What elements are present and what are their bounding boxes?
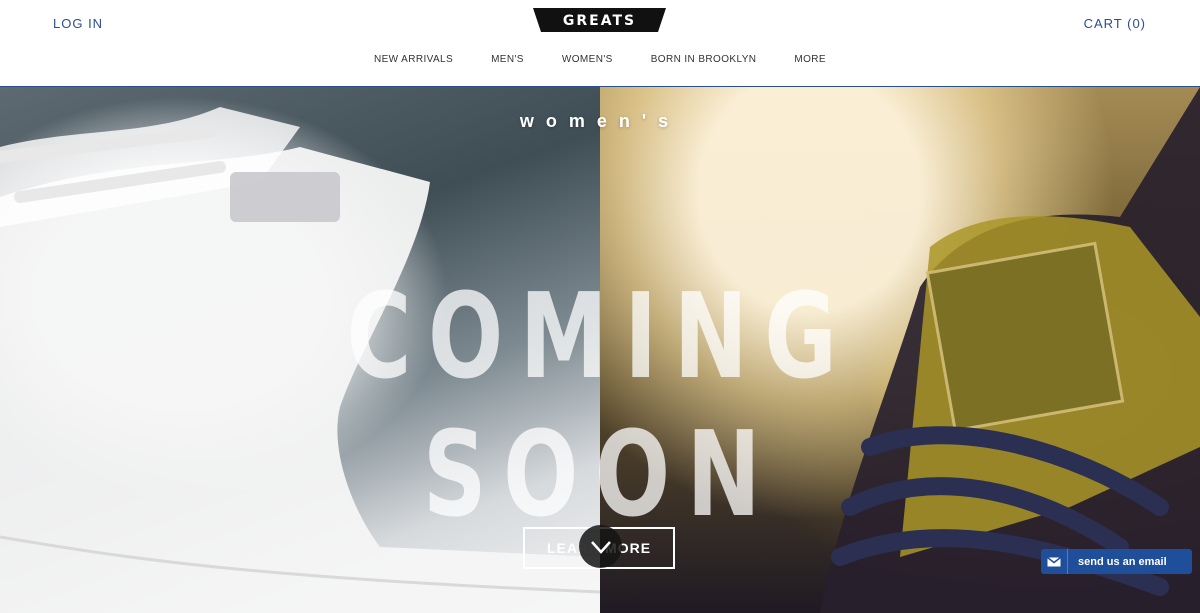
site-header: LOG IN GREATS CART (0) NEW ARRIVALS MEN'… bbox=[0, 0, 1200, 87]
nav-item-womens[interactable]: WOMEN'S bbox=[562, 54, 613, 65]
chevron-down-icon bbox=[590, 540, 611, 554]
main-nav: NEW ARRIVALS MEN'S WOMEN'S BORN IN BROOK… bbox=[0, 54, 1200, 65]
logo-text: GREATS bbox=[563, 13, 636, 29]
hero-kicker: women's bbox=[519, 111, 681, 131]
send-email-label: send us an email bbox=[1078, 555, 1167, 568]
login-link[interactable]: LOG IN bbox=[53, 16, 103, 31]
scroll-down-button[interactable] bbox=[579, 525, 622, 568]
logo-badge: GREATS bbox=[533, 8, 666, 32]
nav-item-born-in-brooklyn[interactable]: BORN IN BROOKLYN bbox=[651, 54, 757, 65]
nav-item-more[interactable]: MORE bbox=[794, 54, 826, 65]
hero-headline: COMING SOON bbox=[346, 267, 854, 543]
cart-link[interactable]: CART (0) bbox=[1084, 16, 1146, 31]
nav-item-new-arrivals[interactable]: NEW ARRIVALS bbox=[374, 54, 453, 65]
hero-banner: women's COMING SOON LEARN MORE send us a… bbox=[0, 87, 1200, 613]
send-email-button[interactable]: send us an email bbox=[1041, 549, 1192, 574]
greats-logo[interactable]: GREATS bbox=[533, 8, 666, 32]
envelope-icon bbox=[1041, 549, 1068, 574]
nav-item-mens[interactable]: MEN'S bbox=[491, 54, 524, 65]
